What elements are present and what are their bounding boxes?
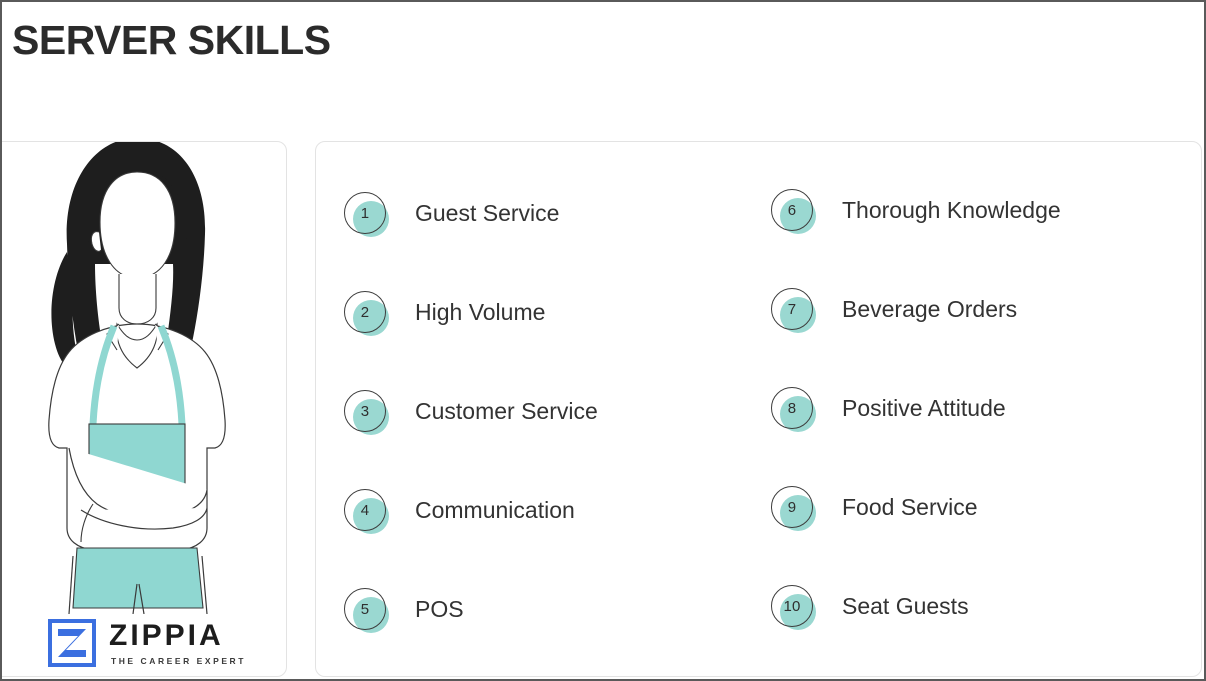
- skill-label: Food Service: [842, 494, 978, 520]
- skill-number-badge: 10: [771, 585, 819, 633]
- skills-panel: 1 Guest Service 2 High Volume 3 Customer…: [315, 141, 1202, 677]
- skills-grid: 1 Guest Service 2 High Volume 3 Customer…: [316, 142, 1201, 676]
- skill-number-badge: 9: [771, 486, 819, 534]
- skill-number-badge: 3: [344, 390, 392, 438]
- skill-number-badge: 6: [771, 189, 819, 237]
- skill-number: 7: [787, 300, 797, 318]
- skill-label: Thorough Knowledge: [842, 197, 1061, 223]
- skill-number-badge: 2: [344, 291, 392, 339]
- badge-ring: 2: [344, 291, 386, 333]
- skill-label: Seat Guests: [842, 593, 969, 619]
- skill-label: High Volume: [415, 299, 546, 325]
- zippia-z-mark: [48, 619, 96, 667]
- skill-item: 1 Guest Service: [344, 190, 598, 289]
- skill-number: 3: [360, 402, 370, 420]
- skill-item: 5 POS: [344, 586, 598, 679]
- badge-ring: 8: [771, 387, 813, 429]
- badge-ring: 9: [771, 486, 813, 528]
- infographic-page: SERVER SKILLS ZIPPIA THE CAREER EXPERT 1…: [0, 0, 1206, 681]
- skill-item: 2 High Volume: [344, 289, 598, 388]
- skill-number: 10: [783, 597, 801, 615]
- skill-number: 6: [787, 201, 797, 219]
- badge-ring: 6: [771, 189, 813, 231]
- skill-label: Communication: [415, 497, 575, 523]
- illustration-panel: [2, 141, 287, 677]
- server-illustration: [48, 142, 226, 614]
- badge-ring: 1: [344, 192, 386, 234]
- skill-item: 7 Beverage Orders: [771, 286, 1061, 385]
- skill-number: 4: [360, 501, 370, 519]
- page-title: SERVER SKILLS: [12, 17, 331, 63]
- skills-column-right: 6 Thorough Knowledge 7 Beverage Orders 8…: [771, 187, 1061, 679]
- skill-label: Beverage Orders: [842, 296, 1018, 322]
- skill-number: 2: [360, 303, 370, 321]
- zippia-tagline: THE CAREER EXPERT: [111, 655, 246, 666]
- skill-number: 9: [787, 498, 797, 516]
- skills-column-left: 1 Guest Service 2 High Volume 3 Customer…: [344, 190, 598, 679]
- skill-number-badge: 5: [344, 588, 392, 636]
- zippia-wordmark: ZIPPIA: [109, 618, 224, 652]
- skill-number-badge: 4: [344, 489, 392, 537]
- zippia-wordmark-group: ZIPPIA THE CAREER EXPERT: [109, 618, 246, 666]
- skill-label: Guest Service: [415, 200, 560, 226]
- skill-item: 10 Seat Guests: [771, 583, 1061, 679]
- skill-item: 6 Thorough Knowledge: [771, 187, 1061, 286]
- skill-item: 3 Customer Service: [344, 388, 598, 487]
- skill-label: POS: [415, 596, 464, 622]
- skill-item: 4 Communication: [344, 487, 598, 586]
- skill-label: Positive Attitude: [842, 395, 1006, 421]
- skill-number-badge: 7: [771, 288, 819, 336]
- skill-number-badge: 8: [771, 387, 819, 435]
- skill-item: 9 Food Service: [771, 484, 1061, 583]
- skill-item: 8 Positive Attitude: [771, 385, 1061, 484]
- skill-label: Customer Service: [415, 398, 598, 424]
- badge-ring: 4: [344, 489, 386, 531]
- skill-number: 1: [360, 204, 370, 222]
- skill-number: 8: [787, 399, 797, 417]
- badge-ring: 5: [344, 588, 386, 630]
- badge-ring: 7: [771, 288, 813, 330]
- zippia-logo: ZIPPIA THE CAREER EXPERT: [48, 619, 246, 667]
- skill-number-badge: 1: [344, 192, 392, 240]
- badge-ring: 10: [771, 585, 813, 627]
- badge-ring: 3: [344, 390, 386, 432]
- skill-number: 5: [360, 600, 370, 618]
